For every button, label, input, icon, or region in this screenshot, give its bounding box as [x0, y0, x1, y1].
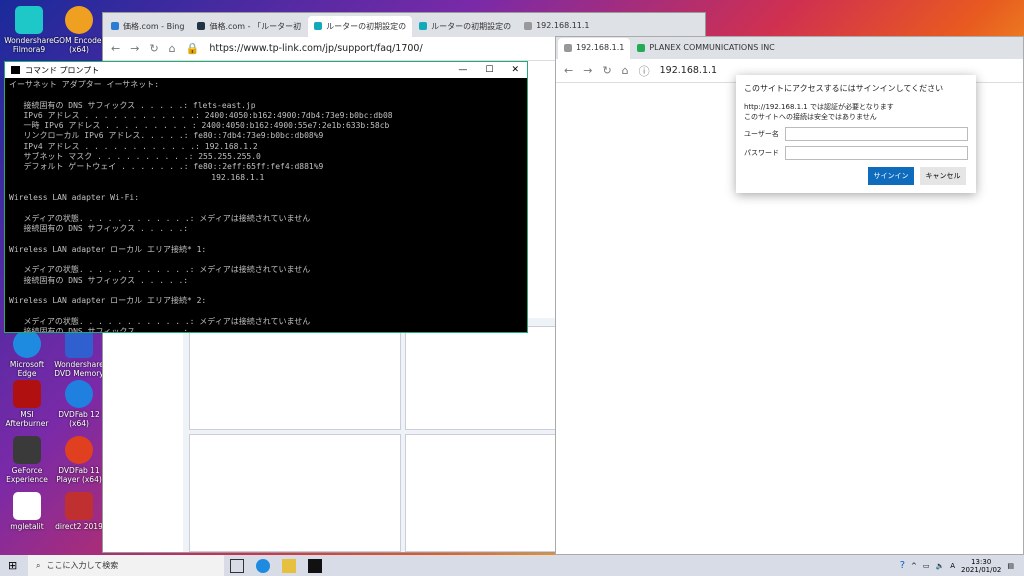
- desktop-icon-dvdfab12[interactable]: DVDFab 12 (x64): [52, 380, 106, 428]
- dialog-warning: このサイトへの接続は安全ではありません: [744, 113, 877, 121]
- tab-bar: 価格.com - Bing 価格.com - 「ルーター初 ルーターの初期設定の…: [103, 13, 705, 37]
- tab-kakaku[interactable]: 価格.com - 「ルーター初: [191, 16, 307, 37]
- dialog-message: http://192.168.1.1 では認証が必要となります: [744, 103, 894, 111]
- tab-router-ip[interactable]: 192.168.1.1: [558, 38, 631, 59]
- cmd-icon: [11, 66, 20, 74]
- page-content: [183, 318, 613, 552]
- refresh-icon[interactable]: ↻: [149, 42, 158, 55]
- password-label: パスワード: [744, 149, 779, 157]
- taskbar-search[interactable]: ⌕ ここに入力して検索: [28, 555, 224, 576]
- taskbar: ⊞ ⌕ ここに入力して検索 ? ^ ▭ 🔈 A 13:30 2021/01/02 ▤: [0, 555, 1024, 576]
- desktop-icon-dvdfab11[interactable]: DVDFab 11 Player (x64): [52, 436, 106, 484]
- tab-bar-2: 192.168.1.1 PLANEX COMMUNICATIONS INC: [556, 37, 1023, 59]
- cmd-output: イーサネット アダプター イーサネット: 接続固有の DNS サフィックス . …: [9, 80, 393, 333]
- username-label: ユーザー名: [744, 130, 779, 138]
- start-icon[interactable]: ⊞: [8, 559, 17, 572]
- tray-chevron-icon[interactable]: ^: [911, 562, 917, 570]
- info-icon: ⓘ: [638, 64, 650, 78]
- forward-icon[interactable]: →: [583, 64, 592, 77]
- desktop-icon-dvd-memory[interactable]: Wondershare DVD Memory: [52, 330, 106, 378]
- tab-planex[interactable]: PLANEX COMMUNICATIONS INC: [631, 38, 780, 59]
- task-view-icon[interactable]: [230, 558, 244, 573]
- cmd-titlebar[interactable]: コマンド プロンプト — ☐ ✕: [5, 62, 527, 78]
- address-bar[interactable]: https://www.tp-link.com/jp/support/faq/1…: [209, 43, 422, 54]
- address-bar[interactable]: 192.168.1.1: [660, 65, 717, 76]
- home-icon[interactable]: ⌂: [622, 64, 629, 77]
- lock-icon: 🔒: [185, 42, 200, 55]
- step-box-1: [189, 326, 401, 430]
- forward-icon[interactable]: →: [130, 42, 139, 55]
- tab-bing[interactable]: 価格.com - Bing: [105, 16, 190, 37]
- signin-button[interactable]: サインイン: [868, 167, 914, 185]
- search-icon: ⌕: [36, 560, 41, 570]
- notification-icon[interactable]: ▤: [1007, 562, 1014, 570]
- volume-icon[interactable]: 🔈: [936, 562, 945, 570]
- step-box-3: [189, 434, 401, 552]
- tab-router-1[interactable]: ルーターの初期設定の: [308, 16, 413, 37]
- ime-indicator[interactable]: A: [950, 562, 955, 570]
- desktop-icon-file2[interactable]: direct2 2019: [52, 492, 106, 531]
- desktop-icon-filmora[interactable]: Wondershare Filmora9: [2, 6, 56, 54]
- tab-ip[interactable]: 192.168.11.1: [518, 16, 595, 37]
- dialog-title: このサイトにアクセスするにはサインインしてください: [744, 84, 944, 93]
- cmd-taskbar-icon[interactable]: [308, 558, 322, 573]
- maximize-icon[interactable]: ☐: [485, 65, 493, 75]
- close-icon[interactable]: ✕: [511, 65, 519, 75]
- signin-dialog: このサイトにアクセスするにはサインインしてください http://192.168…: [736, 75, 976, 193]
- edge-taskbar-icon[interactable]: [256, 558, 270, 573]
- desktop-icon-file1[interactable]: mgletalit: [0, 492, 54, 531]
- desktop-icon-gom[interactable]: GOM Encoder (x64): [52, 6, 106, 54]
- back-icon[interactable]: ←: [111, 42, 120, 55]
- command-prompt-window[interactable]: コマンド プロンプト — ☐ ✕ イーサネット アダプター イーサネット: 接続固有…: [4, 61, 528, 333]
- desktop-icon-geforce[interactable]: GeForce Experience: [0, 436, 54, 484]
- desktop-icon-edge[interactable]: Microsoft Edge: [0, 330, 54, 378]
- password-input[interactable]: [784, 146, 968, 160]
- network-icon[interactable]: ▭: [923, 562, 930, 570]
- help-icon[interactable]: ?: [900, 560, 905, 571]
- username-input[interactable]: [784, 127, 968, 141]
- explorer-taskbar-icon[interactable]: [282, 558, 296, 573]
- clock[interactable]: 13:30 2021/01/02: [961, 558, 1001, 574]
- minimize-icon[interactable]: —: [458, 65, 467, 75]
- refresh-icon[interactable]: ↻: [602, 64, 611, 77]
- tab-router-2[interactable]: ルーターの初期設定の: [413, 16, 517, 37]
- back-icon[interactable]: ←: [564, 64, 573, 77]
- desktop-icon-afterburner[interactable]: MSI Afterburner: [0, 380, 54, 428]
- home-icon[interactable]: ⌂: [169, 42, 176, 55]
- cancel-button[interactable]: キャンセル: [920, 167, 966, 185]
